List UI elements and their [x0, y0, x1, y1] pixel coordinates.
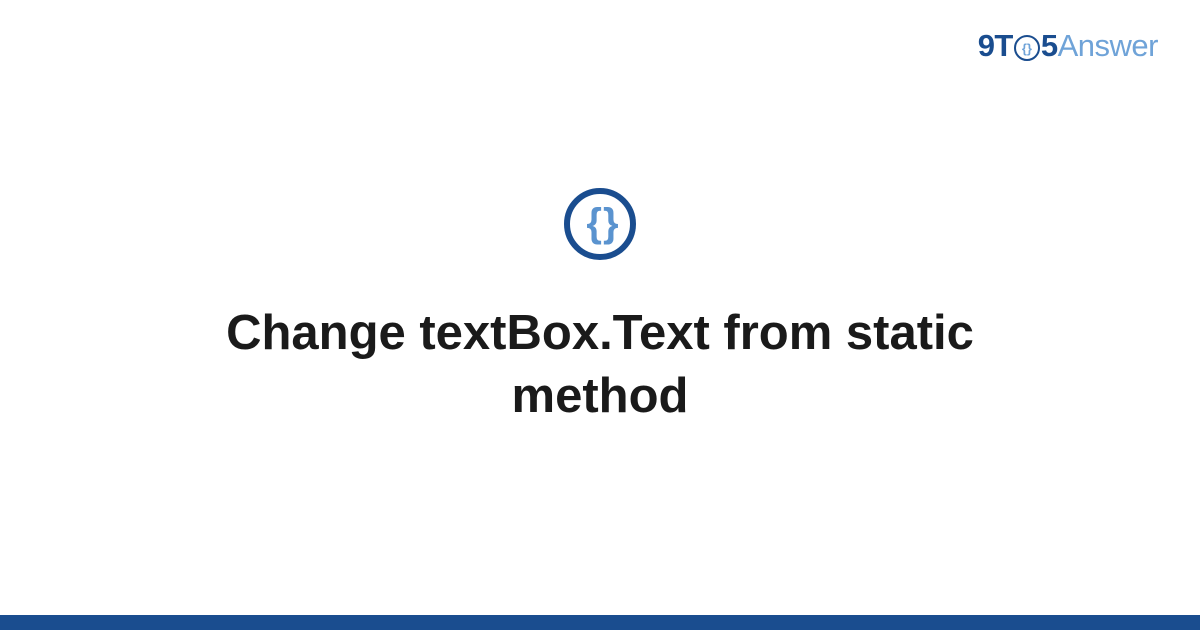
braces-icon: { } [586, 201, 613, 246]
footer-accent-bar [0, 615, 1200, 630]
topic-icon-circle: { } [564, 188, 636, 260]
main-content: { } Change textBox.Text from static meth… [0, 0, 1200, 615]
question-title: Change textBox.Text from static method [100, 302, 1100, 427]
